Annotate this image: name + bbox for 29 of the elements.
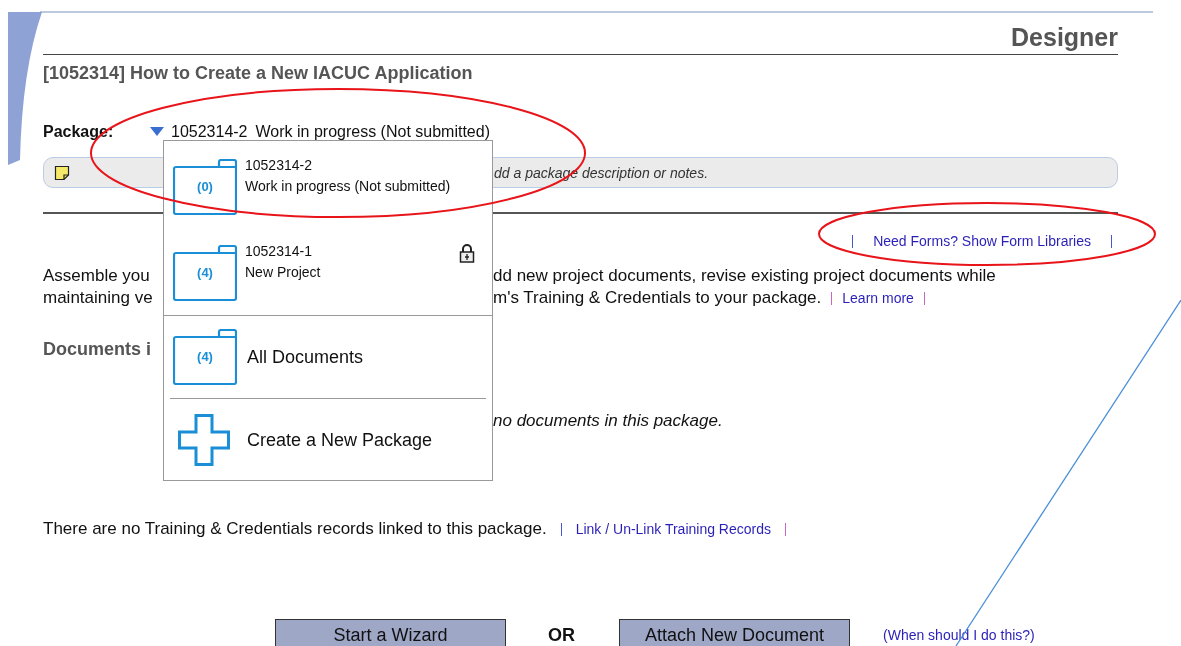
page-title: Designer (1011, 22, 1118, 53)
all-documents-item[interactable]: (4) All Documents (164, 316, 492, 398)
package-status: New Project (245, 263, 321, 282)
create-package-item[interactable]: Create a New Package (164, 399, 492, 481)
package-number: 1052314-1 (245, 242, 313, 261)
form-libraries-link[interactable]: Need Forms? Show Form Libraries (873, 233, 1091, 249)
or-separator: OR (548, 624, 575, 646)
learn-more-link[interactable]: Learn more (842, 287, 914, 309)
intro-text: m's Training & Credentials to your package. (493, 287, 822, 309)
folder-icon: (0) (173, 159, 237, 215)
folder-icon: (4) (173, 329, 237, 385)
package-menu-item[interactable]: (4) 1052314-1 New Project (164, 227, 492, 313)
intro-text: Assemble you (43, 266, 150, 285)
sticky-note-icon[interactable] (54, 164, 70, 181)
intro-text: dd new project documents, revise existing project documents while (493, 265, 996, 287)
start-wizard-button[interactable]: Start a Wizard (275, 619, 506, 646)
plus-icon (178, 414, 230, 466)
package-number[interactable]: 1052314-2 (171, 123, 248, 141)
package-status[interactable]: Work in progress (Not submitted) (255, 123, 490, 141)
training-records-link[interactable]: Link / Un-Link Training Records (575, 521, 771, 537)
intro-text: maintaining ve (43, 288, 153, 307)
attach-document-button[interactable]: Attach New Document (619, 619, 850, 646)
documents-heading: Documents i (43, 339, 152, 359)
folder-icon: (4) (173, 245, 237, 301)
package-number: 1052314-2 (245, 156, 313, 175)
training-message: There are no Training & Credentials records linked to this package. (43, 519, 547, 539)
study-title: [1052314] How to Create a New IACUC Application (43, 62, 474, 84)
dropdown-arrow-icon[interactable] (150, 127, 164, 137)
empty-documents-message: no documents in this package. (493, 411, 723, 430)
